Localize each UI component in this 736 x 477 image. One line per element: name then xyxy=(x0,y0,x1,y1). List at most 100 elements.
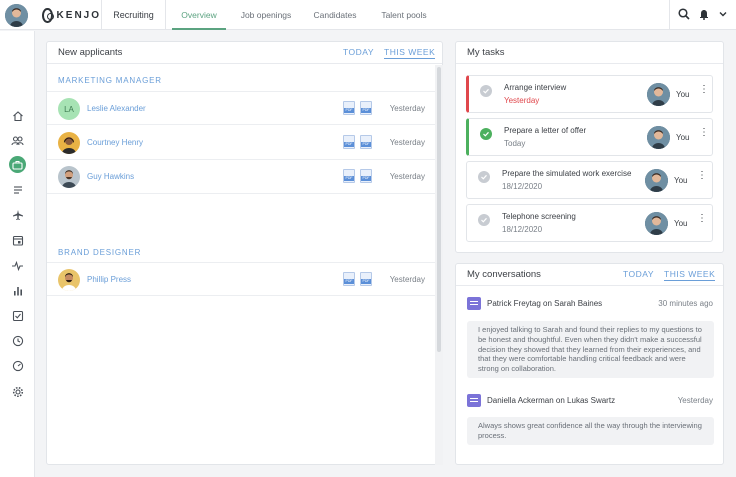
avatar xyxy=(58,269,80,291)
task-item[interactable]: Telephone screening 18/12/2020 You ⋮ xyxy=(466,204,713,242)
applicant-row[interactable]: LA Leslie Alexander PDF PDF Yesterday xyxy=(47,91,435,125)
card-header: My conversations TODAY THIS WEEK xyxy=(456,264,723,286)
pdf-icon[interactable]: PDF xyxy=(360,169,372,183)
tab-candidates[interactable]: Candidates xyxy=(306,0,364,30)
card-header: New applicants TODAY THIS WEEK xyxy=(47,42,442,64)
pdf-icon[interactable]: PDF xyxy=(360,101,372,115)
card-header: My tasks xyxy=(456,42,723,64)
task-item[interactable]: Arrange interview Yesterday You ⋮ xyxy=(466,75,713,113)
my-conversations-card: My conversations TODAY THIS WEEK Patrick… xyxy=(455,263,724,465)
briefcase-icon[interactable] xyxy=(9,156,26,173)
applicant-row[interactable]: Courtney Henry PDF PDF Yesterday xyxy=(47,126,435,160)
pulse-icon[interactable] xyxy=(9,257,26,274)
pdf-icon[interactable]: PDF xyxy=(343,272,355,286)
filter-today[interactable]: TODAY xyxy=(623,269,654,279)
pdf-label: PDF xyxy=(361,108,371,113)
assignee-avatar xyxy=(645,169,668,192)
user-avatar[interactable] xyxy=(5,4,28,27)
filter-this-week[interactable]: THIS WEEK xyxy=(664,269,716,281)
pdf-icon[interactable]: PDF xyxy=(343,169,355,183)
pdf-label: PDF xyxy=(344,108,354,113)
section-title: Recruiting xyxy=(102,0,166,30)
task-check-icon[interactable] xyxy=(480,128,492,140)
task-check-icon[interactable] xyxy=(480,85,492,97)
applicant-name[interactable]: Phillip Press xyxy=(87,275,131,284)
task-item[interactable]: Prepare a letter of offer Today You ⋮ xyxy=(466,118,713,156)
more-options-icon[interactable]: ⋮ xyxy=(697,214,707,224)
conversation-title[interactable]: Patrick Freytag on Sarah Baines xyxy=(487,299,602,308)
home-icon[interactable] xyxy=(9,107,26,124)
assignee-label: You xyxy=(674,219,688,228)
my-tasks-card: My tasks Arrange interview Yesterday You… xyxy=(455,41,724,253)
card-title: My tasks xyxy=(467,47,505,58)
pdf-label: PDF xyxy=(361,176,371,181)
applicant-name[interactable]: Leslie Alexander xyxy=(87,104,146,113)
conversation-title[interactable]: Daniella Ackerman on Lukas Swartz xyxy=(487,396,615,405)
gauge-icon[interactable] xyxy=(9,357,26,374)
avatar xyxy=(58,166,80,188)
applicant-name[interactable]: Guy Hawkins xyxy=(87,172,134,181)
search-icon[interactable] xyxy=(678,8,690,22)
people-icon[interactable] xyxy=(9,132,26,149)
applicant-name[interactable]: Courtney Henry xyxy=(87,138,143,147)
card-title: New applicants xyxy=(58,47,123,58)
tab-job-openings[interactable]: Job openings xyxy=(234,0,298,30)
conversation-time: 30 minutes ago xyxy=(658,299,713,308)
card-title: My conversations xyxy=(467,269,541,280)
task-check-icon[interactable] xyxy=(478,214,490,226)
applicant-row[interactable]: Guy Hawkins PDF PDF Yesterday xyxy=(47,160,435,194)
group-label-marketing-manager: MARKETING MANAGER xyxy=(58,76,162,85)
pdf-icon[interactable]: PDF xyxy=(360,135,372,149)
pdf-icon[interactable]: PDF xyxy=(343,101,355,115)
brand-name: KENJO xyxy=(56,9,101,21)
gear-icon[interactable] xyxy=(9,383,26,400)
applied-time: Yesterday xyxy=(389,138,425,147)
logo-icon xyxy=(42,7,54,23)
pdf-label: PDF xyxy=(361,279,371,284)
task-due-date: 18/12/2020 xyxy=(502,225,543,234)
top-bar: KENJO Recruiting Overview Job openings C… xyxy=(0,0,736,30)
conversation-body: I enjoyed talking to Sarah and found the… xyxy=(467,321,714,378)
checkbox-icon[interactable] xyxy=(9,307,26,324)
pdf-label: PDF xyxy=(361,142,371,147)
plane-icon[interactable] xyxy=(9,206,26,223)
task-check-icon[interactable] xyxy=(478,171,490,183)
tab-overview[interactable]: Overview xyxy=(172,0,226,30)
notifications-icon[interactable] xyxy=(698,8,710,22)
new-applicants-card: New applicants TODAY THIS WEEK MARKETING… xyxy=(46,41,443,465)
applied-time: Yesterday xyxy=(389,275,425,284)
list-icon[interactable] xyxy=(9,181,26,198)
task-due-date: Yesterday xyxy=(504,96,540,105)
applicant-row[interactable]: Phillip Press PDF PDF Yesterday xyxy=(47,262,435,296)
avatar: LA xyxy=(58,98,80,120)
pdf-label: PDF xyxy=(344,176,354,181)
chevron-down-icon[interactable] xyxy=(718,9,728,21)
applied-time: Yesterday xyxy=(389,172,425,181)
bar-chart-icon[interactable] xyxy=(9,282,26,299)
filter-this-week[interactable]: THIS WEEK xyxy=(384,47,436,59)
pdf-icon[interactable]: PDF xyxy=(343,135,355,149)
task-item[interactable]: Prepare the simulated work exercise 18/1… xyxy=(466,161,713,199)
pdf-label: PDF xyxy=(344,279,354,284)
assignee-label: You xyxy=(674,176,688,185)
more-options-icon[interactable]: ⋮ xyxy=(697,171,707,181)
brand-logo[interactable]: KENJO xyxy=(36,0,102,30)
assignee-avatar xyxy=(647,83,670,106)
task-title: Prepare a letter of offer xyxy=(504,126,587,135)
comment-icon xyxy=(467,394,481,407)
more-options-icon[interactable]: ⋮ xyxy=(699,85,709,95)
sidebar xyxy=(0,31,35,477)
assignee-avatar xyxy=(647,126,670,149)
more-options-icon[interactable]: ⋮ xyxy=(699,128,709,138)
clock-icon[interactable] xyxy=(9,332,26,349)
scrollbar-thumb[interactable] xyxy=(437,67,441,352)
task-title: Arrange interview xyxy=(504,83,567,92)
group-label-brand-designer: BRAND DESIGNER xyxy=(58,248,142,257)
assignee-label: You xyxy=(676,133,690,142)
pdf-icon[interactable]: PDF xyxy=(360,272,372,286)
filter-today[interactable]: TODAY xyxy=(343,47,374,57)
calendar-icon[interactable] xyxy=(9,231,26,248)
conversation-body: Always shows great confidence all the wa… xyxy=(467,417,714,445)
task-due-date: 18/12/2020 xyxy=(502,182,543,191)
tab-talent-pools[interactable]: Talent pools xyxy=(372,0,436,30)
